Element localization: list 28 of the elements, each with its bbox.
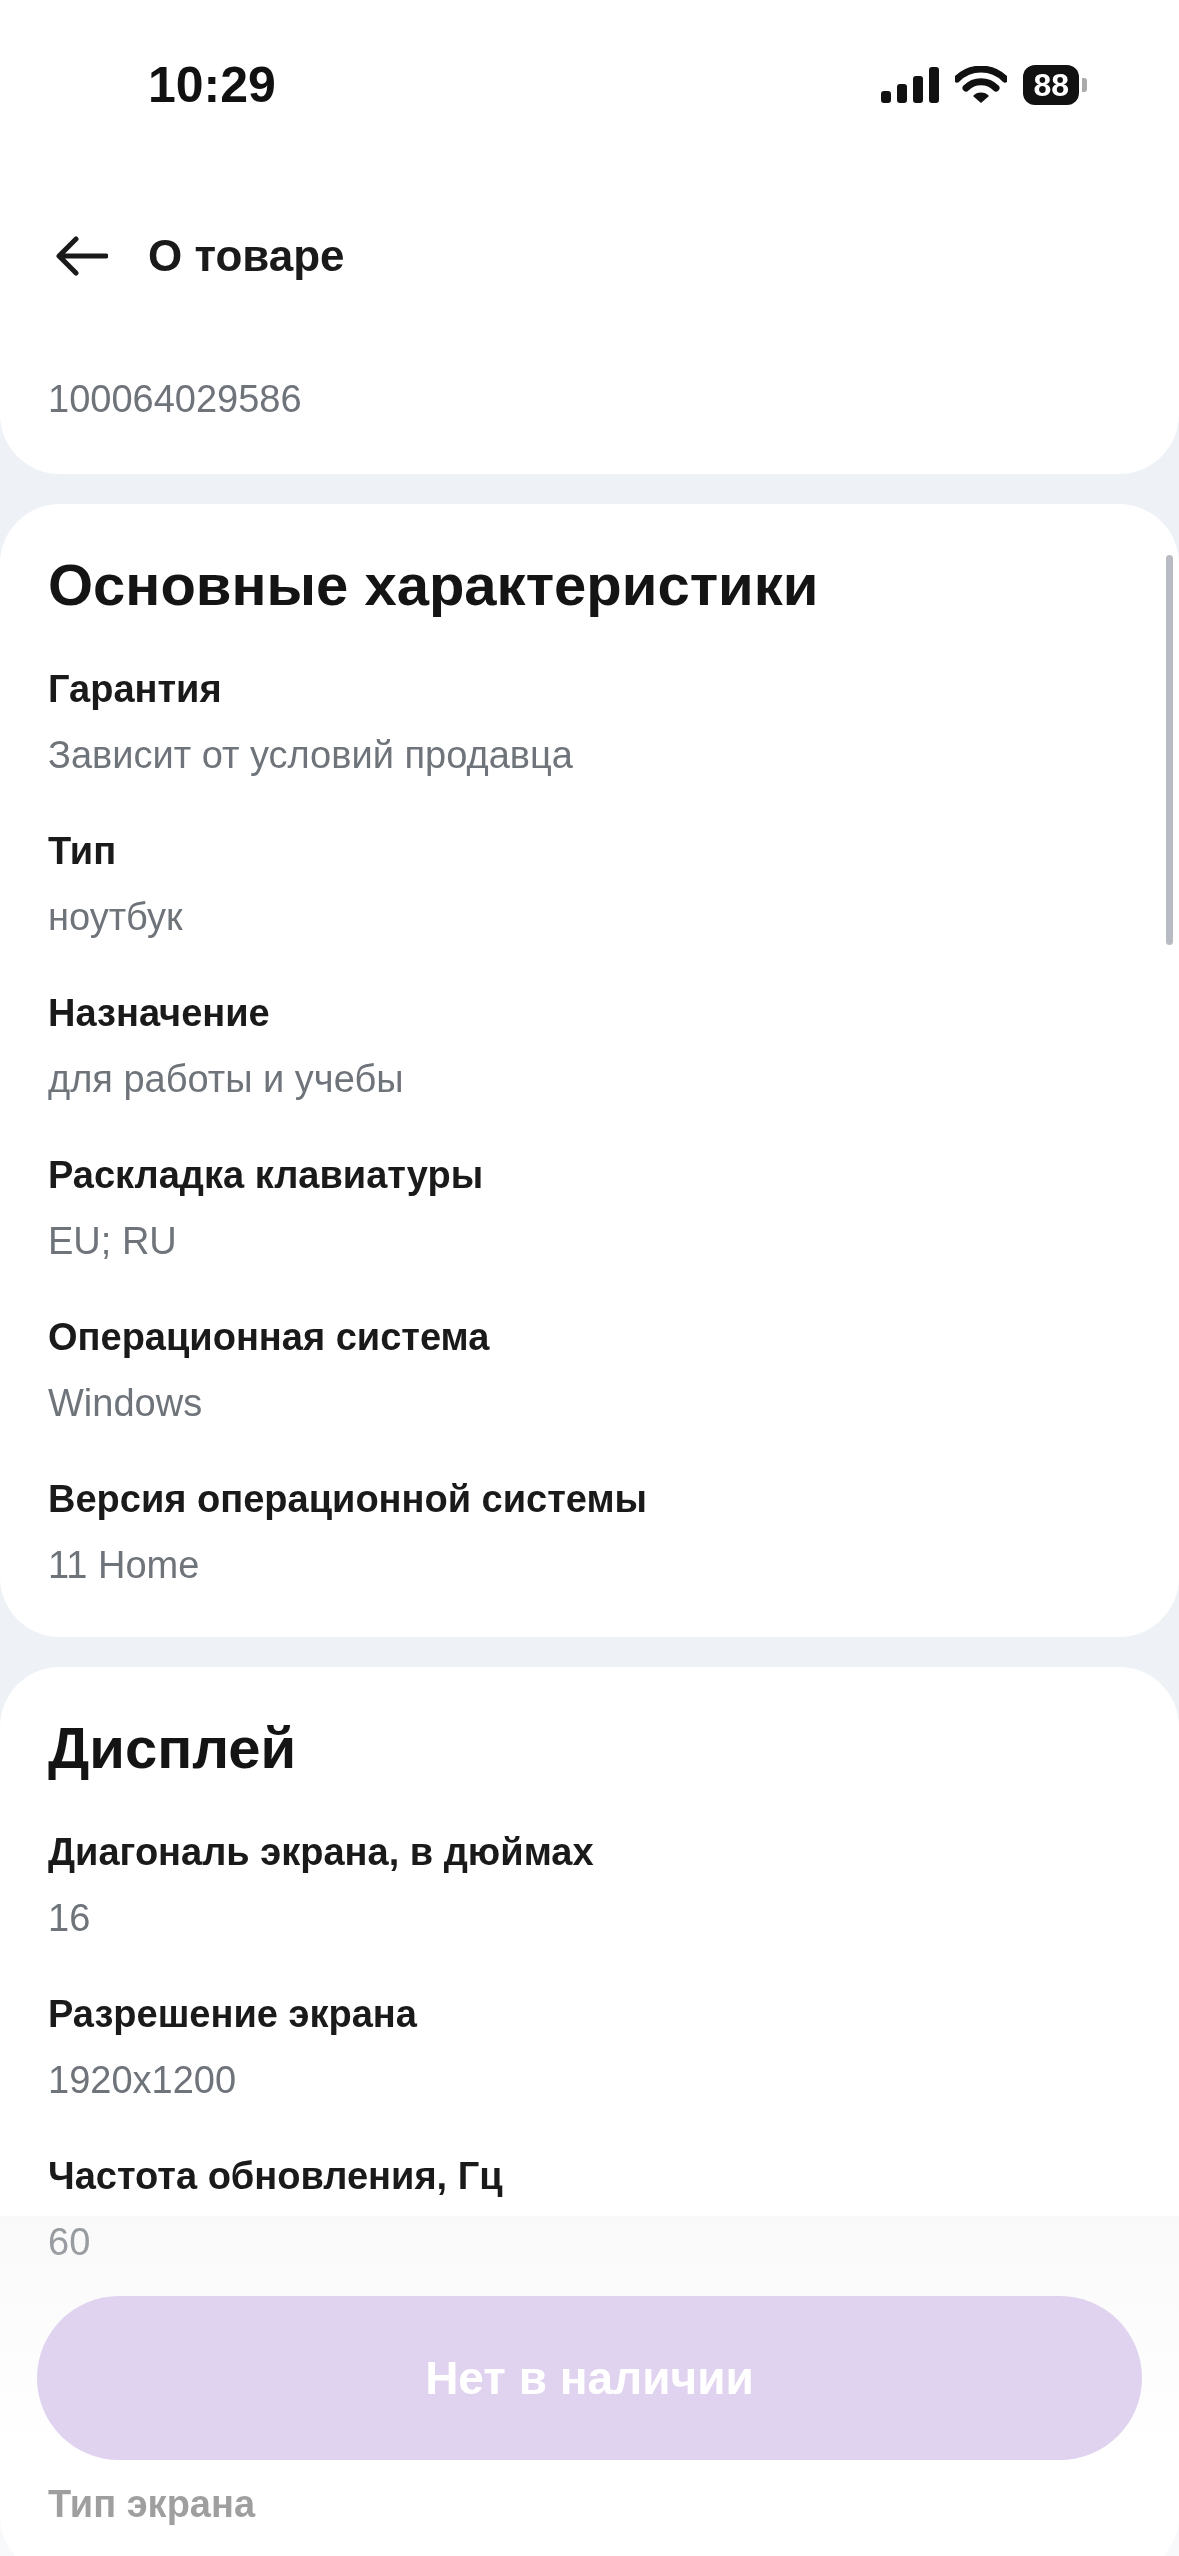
section-title: Основные характеристики [48,551,820,619]
spec-value: 60 [48,2220,92,2265]
product-code-value: 100064029586 [48,377,303,422]
section-title: Дисплей [48,1714,298,1782]
spec-value: 16 [48,1896,92,1941]
wifi-icon [955,66,1008,104]
spec-label: Тип [48,829,118,874]
spec-label: Тип экрана [48,2482,257,2527]
back-arrow-icon [56,236,108,276]
spec-label: Разрешение экрана [48,1992,418,2037]
page-title: О товаре [148,231,345,281]
spec-label: Назначение [48,991,271,1036]
spec-label: Раскладка клавиатуры [48,1153,485,1198]
spec-value: Windows [48,1381,204,1426]
signal-icon [881,67,940,103]
status-time: 10:29 [148,56,276,114]
spec-label: Операционная система [48,1315,491,1360]
spec-value: Зависит от условий продавца [48,733,574,778]
spec-label: Частота обновления, Гц [48,2154,504,2199]
back-button[interactable] [56,236,108,276]
spec-value: для работы и учебы [48,1057,405,1102]
spec-value: EU; RU [48,1219,178,1264]
spec-value: ноутбук [48,895,184,940]
spec-label: Гарантия [48,667,223,712]
spec-value: 1920x1200 [48,2058,238,2103]
spec-value: 11 Home [48,1543,201,1588]
spec-label: Версия операционной системы [48,1477,649,1522]
spec-label: Диагональ экрана, в дюймах [48,1830,595,1875]
